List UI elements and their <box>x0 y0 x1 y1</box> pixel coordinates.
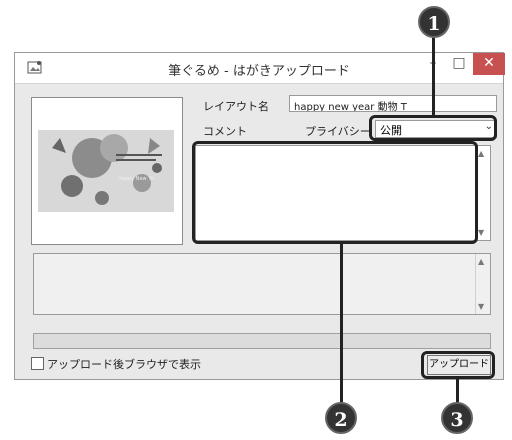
callout-1-highlight <box>369 115 497 141</box>
postcard-greeting: Happy New Ye <box>118 176 154 182</box>
postcard-preview: Happy New Ye <box>31 97 183 245</box>
message-area[interactable]: ▲ ▼ <box>33 253 491 315</box>
callout-3-highlight <box>421 351 495 379</box>
progress-bar <box>33 333 491 349</box>
scroll-down-icon[interactable]: ▼ <box>478 228 484 237</box>
layout-name-field[interactable]: happy new year 動物 T <box>289 95 497 112</box>
callout-1-badge: 1 <box>418 6 450 38</box>
title-bar: 筆ぐるめ - はがきアップロード – □ ✕ <box>15 53 505 84</box>
close-button[interactable]: ✕ <box>473 53 505 75</box>
show-in-browser-label: アップロード後ブラウザで表示 <box>47 358 201 371</box>
callout-3-badge: 3 <box>441 402 473 434</box>
maximize-button[interactable]: □ <box>447 53 471 75</box>
postcard-image: Happy New Ye <box>38 130 174 212</box>
scroll-up-icon[interactable]: ▲ <box>478 149 484 158</box>
callout-2-leader <box>340 244 343 406</box>
layout-name-label: レイアウト名 <box>203 100 269 113</box>
scroll-up-icon[interactable]: ▲ <box>478 257 484 266</box>
show-in-browser-checkbox[interactable] <box>31 357 44 370</box>
callout-1-leader <box>432 36 435 116</box>
message-scrollbar[interactable]: ▲ ▼ <box>475 254 490 314</box>
comment-label: コメント <box>203 125 247 138</box>
callout-2-badge: 2 <box>325 402 357 434</box>
scroll-down-icon[interactable]: ▼ <box>478 302 484 311</box>
callout-2-highlight <box>192 141 478 244</box>
privacy-label: プライバシー <box>305 125 371 138</box>
